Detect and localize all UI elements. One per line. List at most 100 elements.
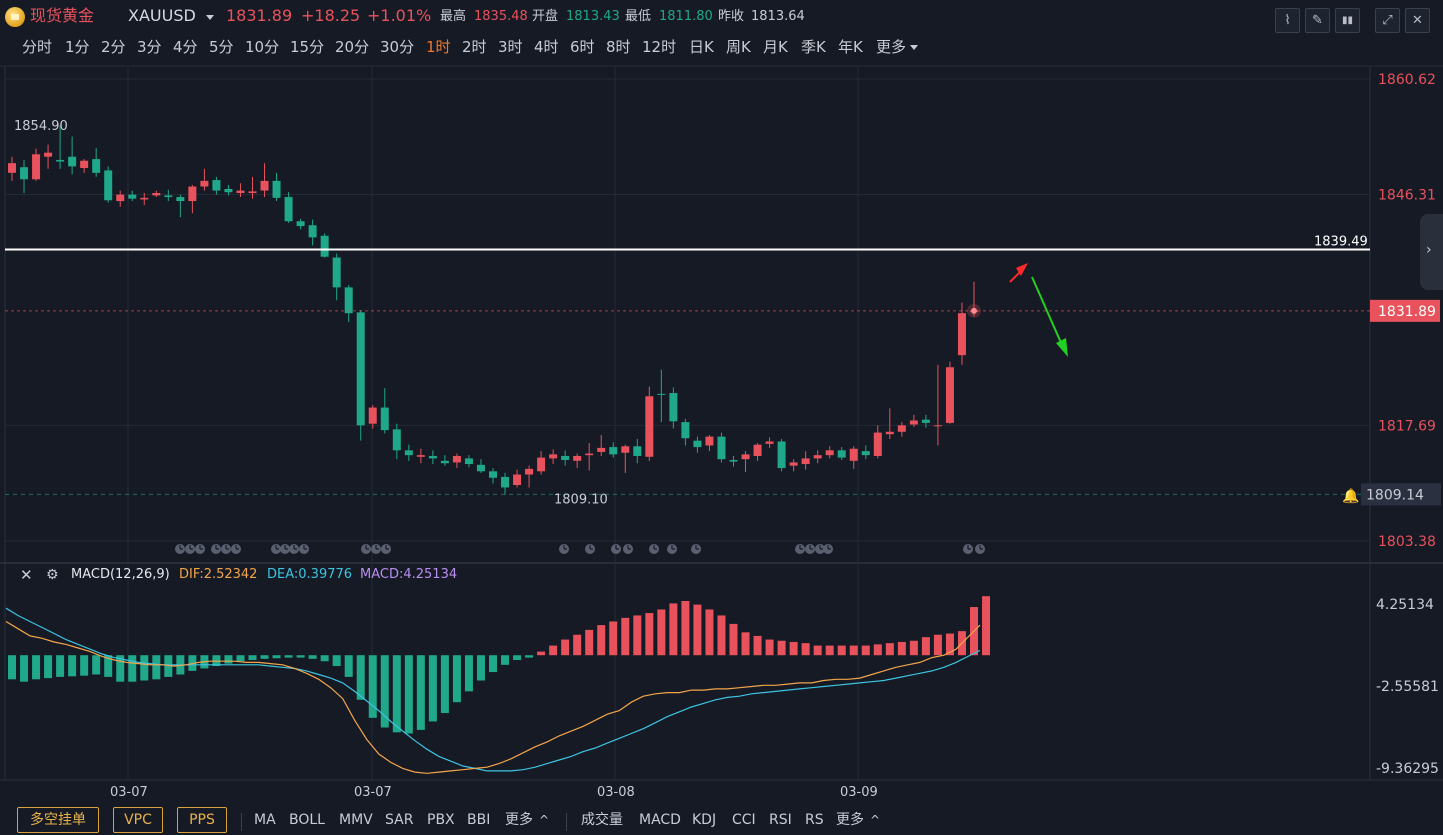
long-short-orders-button[interactable]: 多空挂单 [17,807,99,833]
candle-body [200,180,209,187]
candle [176,194,185,218]
macd-histogram-bar [56,655,65,677]
indicator-sar[interactable]: SAR [385,807,413,833]
macd-histogram-bar [669,603,678,656]
candle [633,439,642,464]
macd-histogram-bar [308,655,317,659]
candle-body [957,313,966,356]
candle-body [693,440,702,448]
macd-histogram-bar [921,637,930,656]
candle-body [440,460,449,464]
indicator-rs[interactable]: RS [805,807,824,833]
candle-body [332,257,341,288]
candle [801,451,810,470]
macd-histogram-bar [501,655,510,665]
candle-body [489,471,497,478]
macd-settings-icon[interactable]: ⚙ [46,565,59,585]
macd-histogram-bar [464,655,473,692]
chevron-up-icon[interactable]: ^ [539,807,549,833]
candle [693,436,702,453]
macd-histogram-bar [705,609,714,656]
vpc-button[interactable]: VPC [113,807,163,833]
macd-histogram-bar [813,645,822,656]
candle-body [128,194,137,199]
candle [705,435,714,452]
indicator-ma[interactable]: MA [254,807,276,833]
indicator-boll[interactable]: BOLL [289,807,325,833]
candle-body [320,235,329,257]
candle-body [537,457,546,472]
candle [957,302,966,365]
candle-body [392,429,401,451]
candle-body [837,450,846,458]
candle-body [633,446,642,456]
candle [789,459,798,472]
sub-indicators-more[interactable]: 更多 [836,807,864,833]
candle-body [476,464,485,472]
candle-body [897,425,906,432]
candle [765,437,774,448]
alert-tag-label: 1809.14 [1366,487,1424,503]
chevron-up-icon[interactable]: ^ [870,807,880,833]
price-tick-label: 1846.31 [1378,188,1436,204]
indicator-macd[interactable]: MACD [639,807,681,833]
indicator-rsi[interactable]: RSI [769,807,792,833]
pps-button[interactable]: PPS [177,807,227,833]
candle-body [909,420,918,425]
macd-close-icon[interactable]: ✕ [20,565,33,585]
indicator-mmv[interactable]: MMV [339,807,373,833]
candle-body [452,455,461,463]
candle-body [272,180,281,198]
macd-histogram-bar [681,601,690,656]
macd-histogram-bar [717,615,726,656]
candle [356,309,365,441]
candle [525,465,534,488]
candle [200,168,209,191]
macd-histogram-bar [609,621,618,656]
candle [380,388,389,434]
chevron-right-icon: › [1426,242,1432,258]
macd-histogram-bar [982,596,991,656]
candle [753,443,762,461]
macd-tick-label: -9.36295 [1376,761,1439,777]
candle-body [32,154,41,180]
main-indicators-more[interactable]: 更多 [505,807,533,833]
candle [537,451,546,475]
last-price-dot [971,307,977,314]
candle-body [849,448,858,461]
candle-body [549,454,558,459]
candle [20,159,29,193]
candle-body [705,436,714,446]
candle [645,386,654,461]
candle-body [933,425,942,427]
macd-histogram-bar [513,655,522,661]
macd-histogram-bar [152,655,161,680]
candle-body [741,454,750,460]
date-tick-label: 03-07 [354,785,392,800]
side-panel-toggle[interactable]: › [1420,214,1443,290]
candle [128,190,137,202]
macd-histogram-bar [789,641,798,656]
candle [248,176,257,199]
candle [320,233,329,258]
macd-histogram-bar [585,629,594,656]
macd-macd-value: MACD:4.25134 [360,567,458,582]
candle [308,219,317,246]
candle-body [573,455,582,461]
indicator-bbi[interactable]: BBI [467,807,490,833]
macd-tick-label: 4.25134 [1376,597,1434,613]
candle [873,425,882,459]
candle [561,450,570,466]
macd-dea-value: DEA:0.39776 [267,567,353,582]
indicator-cci[interactable]: CCI [732,807,756,833]
candle-body [428,455,437,459]
indicator-pbx[interactable]: PBX [427,807,455,833]
candle-body [20,167,29,180]
chart-canvas[interactable]: 1839.49 1831.89 🔔 1809.14 1854.90 1809.10 186… [0,0,1443,835]
horizontal-line-label: 1839.49 [1314,235,1368,250]
candle-body [825,450,834,456]
candle-body [873,432,882,456]
indicator-volume[interactable]: 成交量 [581,807,623,833]
indicator-kdj[interactable]: KDJ [692,807,716,833]
max-price-label: 1854.90 [14,119,68,134]
